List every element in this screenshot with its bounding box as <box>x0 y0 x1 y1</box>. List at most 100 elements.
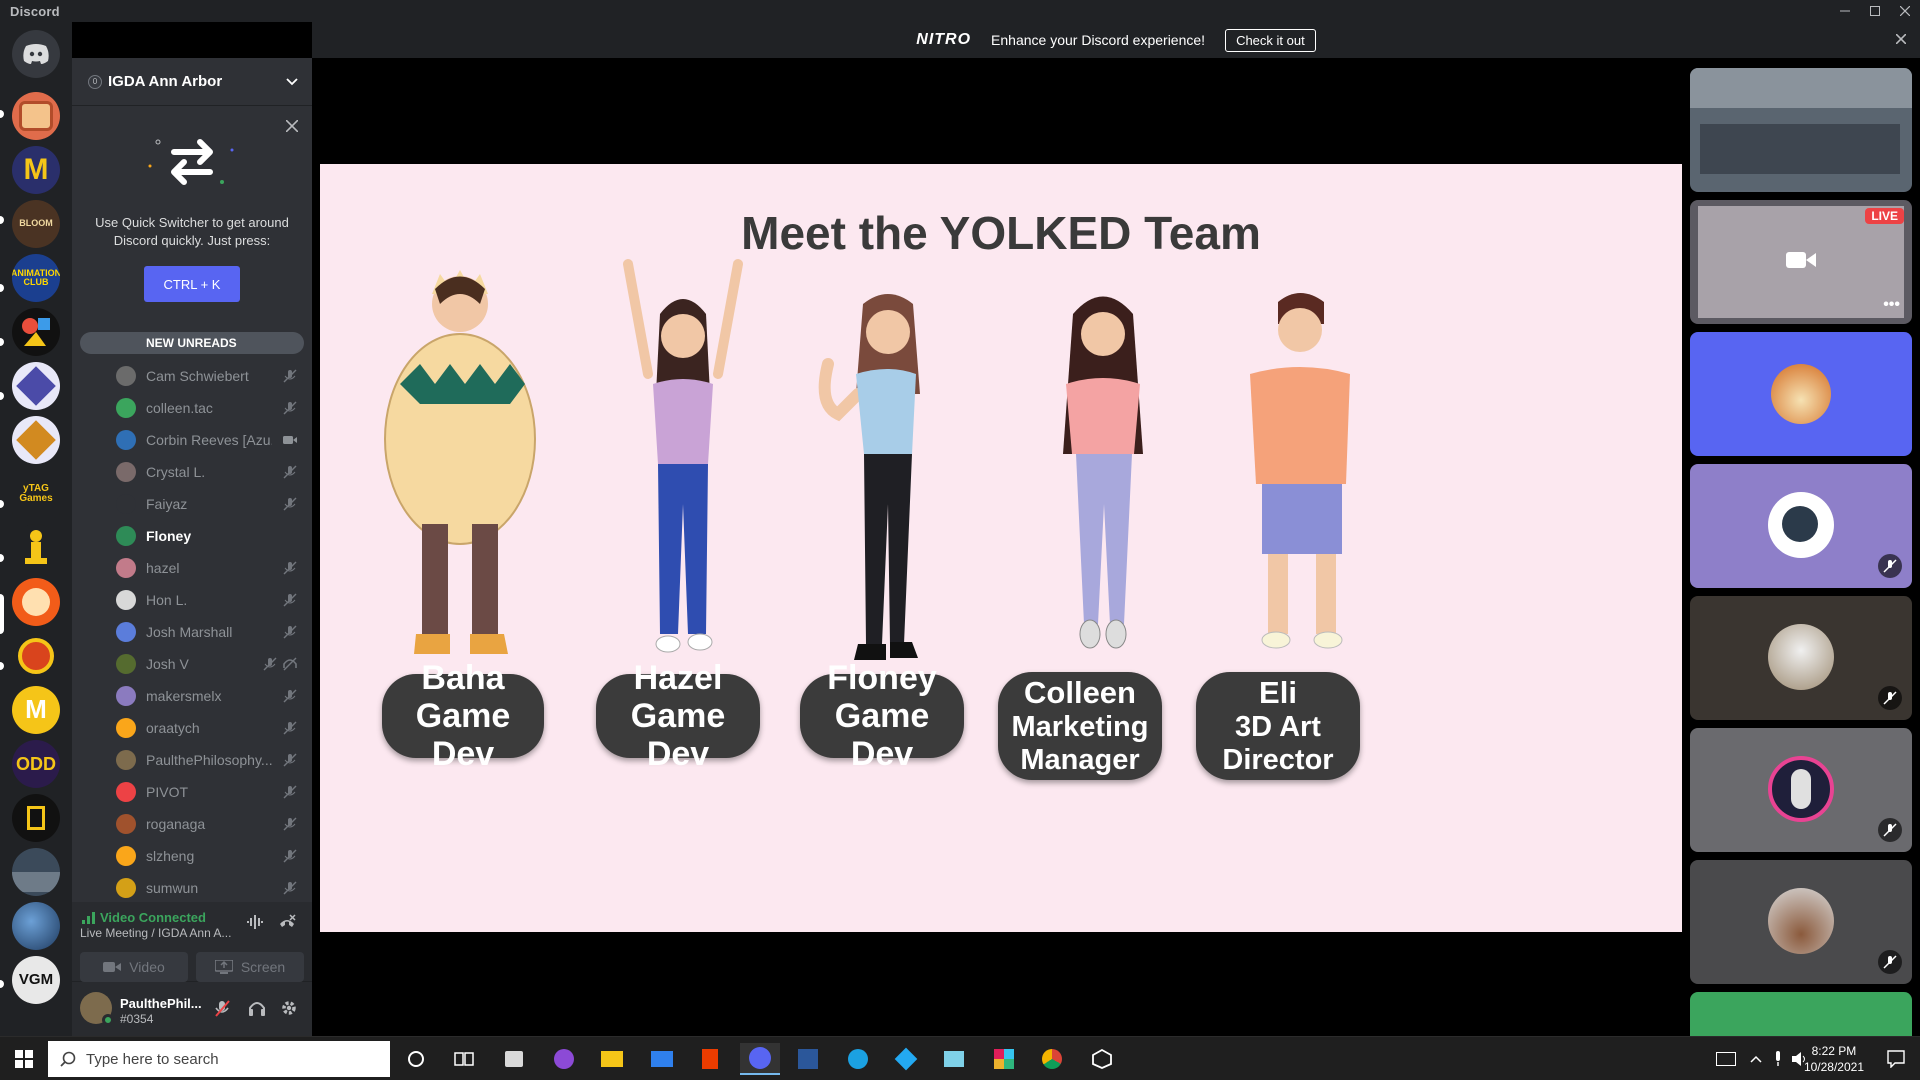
voice-member[interactable]: colleen.tac <box>72 392 312 424</box>
check-it-out-button[interactable]: Check it out <box>1225 28 1316 52</box>
screen-share-button[interactable]: Screen <box>196 952 304 982</box>
taskbar-app-notes[interactable] <box>934 1043 974 1075</box>
voice-member[interactable]: hazel <box>72 552 312 584</box>
close-tip-button[interactable] <box>285 116 299 137</box>
voice-channel-path[interactable]: Live Meeting / IGDA Ann A... <box>80 926 240 940</box>
taskbar-app-vscode[interactable] <box>886 1043 926 1075</box>
noise-suppression-button[interactable] <box>246 914 264 935</box>
taskbar-app-unity[interactable] <box>1082 1043 1122 1075</box>
participant-tile-avatar-5[interactable] <box>1690 860 1912 984</box>
voice-member[interactable]: Josh Marshall <box>72 616 312 648</box>
server-icon-ytag[interactable]: yTAG Games <box>12 470 60 518</box>
participant-tile-avatar-4[interactable] <box>1690 728 1912 852</box>
server-icon-5[interactable] <box>12 308 60 356</box>
deafen-button[interactable] <box>248 1000 266 1021</box>
server-icon-16[interactable] <box>12 902 60 950</box>
minimize-button[interactable] <box>1830 0 1860 22</box>
taskbar-app-edge[interactable] <box>838 1043 878 1075</box>
server-icon-animation-club[interactable]: ANIMATION CLUB <box>12 254 60 302</box>
keyboard-indicator[interactable] <box>1706 1043 1746 1075</box>
boost-level-badge: 0 <box>88 74 102 89</box>
notifications-button[interactable] <box>1876 1043 1916 1075</box>
voice-member[interactable]: Corbin Reeves [Azu... <box>72 424 312 456</box>
online-status-dot <box>102 1014 114 1026</box>
server-icon-12[interactable]: M <box>12 686 60 734</box>
mute-button[interactable] <box>214 1000 230 1023</box>
server-icon-13[interactable]: ODD <box>12 740 60 788</box>
taskbar-app-chrome[interactable] <box>1032 1043 1072 1075</box>
microphone-muted-icon <box>283 817 297 831</box>
participant-tile-stream-preview[interactable]: LIVE ••• <box>1690 200 1912 324</box>
member-name: Faiyaz <box>146 496 188 512</box>
participant-tiles: LIVE ••• <box>1690 68 1912 1036</box>
voice-member[interactable]: PaulthePhilosophy... <box>72 744 312 776</box>
server-header[interactable]: 0 IGDA Ann Arbor <box>72 58 312 106</box>
voice-member[interactable]: Crystal L. <box>72 456 312 488</box>
voice-member[interactable]: roganaga <box>72 808 312 840</box>
voice-member[interactable]: Floney <box>72 520 312 552</box>
home-button[interactable] <box>12 30 60 78</box>
keyboard-icon <box>1716 1052 1736 1066</box>
voice-status[interactable]: Video Connected <box>100 910 206 925</box>
server-icon-3[interactable]: BLOOM <box>12 200 60 248</box>
voice-member[interactable]: PIVOT <box>72 776 312 808</box>
taskbar-app-discord[interactable] <box>740 1043 780 1075</box>
server-icon-11[interactable] <box>12 632 60 680</box>
taskbar-app-office[interactable] <box>690 1043 730 1075</box>
taskbar-search-input[interactable]: Type here to search <box>48 1041 390 1077</box>
server-icon-1[interactable] <box>12 92 60 140</box>
clock-date: 10/28/2021 <box>1803 1060 1864 1074</box>
server-icon-15[interactable] <box>12 848 60 896</box>
server-icon-9[interactable] <box>12 524 60 572</box>
member-name: Cam Schwiebert <box>146 368 249 384</box>
user-name[interactable]: PaulthePhil... <box>120 996 202 1011</box>
avatar[interactable] <box>80 992 114 1026</box>
cortana-button[interactable] <box>396 1043 436 1075</box>
user-settings-button[interactable] <box>280 999 298 1022</box>
microphone-tray-icon[interactable] <box>1768 1043 1788 1075</box>
voice-member[interactable]: Cam Schwiebert <box>72 360 312 392</box>
server-icon-7[interactable] <box>12 416 60 464</box>
close-window-button[interactable] <box>1890 0 1920 22</box>
taskbar-app-github[interactable] <box>544 1043 584 1075</box>
taskbar-app-store[interactable] <box>494 1043 534 1075</box>
more-options-icon[interactable]: ••• <box>1883 296 1900 314</box>
voice-member[interactable]: slzheng <box>72 840 312 872</box>
voice-member[interactable]: sumwun <box>72 872 312 904</box>
server-icon-vgm[interactable]: VGM <box>12 956 60 1004</box>
server-icon-6[interactable] <box>12 362 60 410</box>
participant-tile-avatar-3[interactable] <box>1690 596 1912 720</box>
disconnect-button[interactable] <box>278 914 296 935</box>
muted-indicator <box>1878 818 1902 842</box>
voice-member[interactable]: Hon L. <box>72 584 312 616</box>
maximize-button[interactable] <box>1860 0 1890 22</box>
task-view-button[interactable] <box>444 1043 484 1075</box>
participant-tile-avatar-2[interactable] <box>1690 464 1912 588</box>
taskbar-app-mail[interactable] <box>642 1043 682 1075</box>
system-clock[interactable]: 8:22 PM 10/28/2021 <box>1804 1043 1864 1075</box>
voice-member[interactable]: makersmelx <box>72 680 312 712</box>
voice-member[interactable]: oraatych <box>72 712 312 744</box>
taskbar-app-word[interactable] <box>788 1043 828 1075</box>
video-button[interactable]: Video <box>80 952 188 982</box>
taskbar-app-slack[interactable] <box>984 1043 1024 1075</box>
start-button[interactable] <box>4 1043 44 1075</box>
show-hidden-icons-button[interactable] <box>1746 1043 1766 1075</box>
server-icon-14[interactable] <box>12 794 60 842</box>
participant-tile-avatar-6[interactable] <box>1690 992 1912 1036</box>
participant-tile-classroom-video[interactable] <box>1690 68 1912 192</box>
stream-stage[interactable]: Meet the YOLKED Team Baha Game Dev Hazel… <box>312 58 1682 1036</box>
voice-member[interactable]: Josh V <box>72 648 312 680</box>
server-icon-2[interactable]: M <box>12 146 60 194</box>
dismiss-banner-button[interactable] <box>1895 31 1907 49</box>
new-unreads-bar[interactable]: NEW UNREADS <box>80 332 304 354</box>
taskbar-app-file-explorer[interactable] <box>592 1043 632 1075</box>
vscode-icon <box>894 1047 918 1071</box>
quick-switcher-shortcut-button[interactable]: CTRL + K <box>144 266 240 302</box>
member-name: Corbin Reeves [Azu... <box>146 432 272 448</box>
voice-member[interactable]: Faiyaz <box>72 488 312 520</box>
headphones-icon <box>249 1002 265 1016</box>
microphone-muted-icon <box>283 849 297 863</box>
server-icon-10[interactable] <box>12 578 60 626</box>
participant-tile-avatar-1[interactable] <box>1690 332 1912 456</box>
